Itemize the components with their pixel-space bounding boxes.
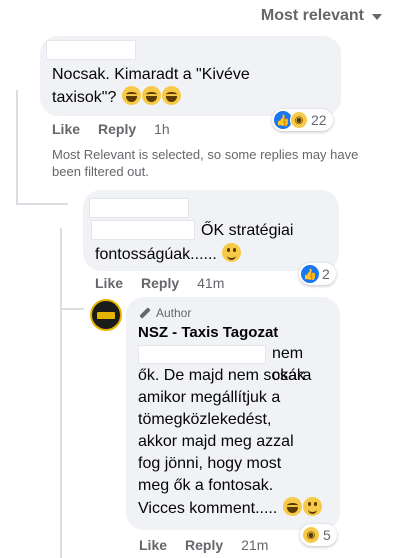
thread-line xyxy=(60,308,84,310)
reply-bubble: ŐK stratégiai fontosságúak...... xyxy=(83,190,339,271)
reaction-count: 5 xyxy=(323,527,331,543)
like-button[interactable]: Like xyxy=(95,275,123,291)
reactions-summary[interactable]: ◉ 5 xyxy=(300,524,337,546)
reactions-summary[interactable]: 👍 2 xyxy=(299,263,336,285)
timestamp[interactable]: 21m xyxy=(241,537,268,553)
comment-text: Nocsak. Kimaradt a "Kivéve taxisok"? xyxy=(52,66,250,106)
laughing-emoji-icon xyxy=(161,86,181,105)
pencil-icon xyxy=(138,307,151,320)
timestamp[interactable]: 41m xyxy=(197,275,224,291)
reaction-count: 22 xyxy=(311,112,327,128)
author-badge: Author xyxy=(138,306,191,320)
redacted-mention xyxy=(138,345,266,364)
reaction-count: 2 xyxy=(322,266,330,282)
reply-text: ŐK stratégiai xyxy=(201,222,294,239)
author-reply-actions: Like Reply 21m xyxy=(139,537,268,553)
like-button[interactable]: Like xyxy=(52,121,80,137)
laughing-emoji-icon xyxy=(141,86,161,105)
smiling-emoji-icon xyxy=(302,497,322,516)
haha-icon: ◉ xyxy=(302,526,320,544)
filter-notice: Most Relevant is selected, so some repli… xyxy=(52,147,359,179)
comment-actions: Like Reply 1h xyxy=(52,121,170,137)
laughing-emoji-icon xyxy=(121,86,141,105)
reply-button[interactable]: Reply xyxy=(185,537,223,553)
haha-icon: ◉ xyxy=(290,111,308,129)
thread-line xyxy=(60,228,62,558)
reply-button[interactable]: Reply xyxy=(141,275,179,291)
laughing-emoji-icon xyxy=(282,497,302,516)
author-avatar[interactable] xyxy=(90,299,122,331)
reactions-summary[interactable]: 👍 ◉ 22 xyxy=(272,109,333,131)
author-badge-label: Author xyxy=(156,306,192,320)
sort-dropdown[interactable]: Most relevant xyxy=(261,7,382,25)
redacted-mention xyxy=(91,220,195,240)
like-button[interactable]: Like xyxy=(139,537,167,553)
sort-label: Most relevant xyxy=(260,7,364,24)
author-name[interactable]: NSZ - Taxis Tagozat xyxy=(138,324,278,341)
redacted-author-name xyxy=(89,198,189,218)
reply-actions: Like Reply 41m xyxy=(95,275,224,291)
smiling-emoji-icon xyxy=(222,243,242,262)
thread-line xyxy=(16,90,18,205)
like-icon: 👍 xyxy=(301,265,319,283)
comment-bubble: Nocsak. Kimaradt a "Kivéve taxisok"? xyxy=(40,36,341,116)
timestamp[interactable]: 1h xyxy=(154,121,170,137)
reply-button[interactable]: Reply xyxy=(98,121,136,137)
caret-down-icon xyxy=(372,14,382,20)
thread-line xyxy=(16,203,68,205)
reply-text: fontosságúak...... xyxy=(95,243,242,266)
author-reply-bubble: Author NSZ - Taxis Tagozat nem csak ők. … xyxy=(126,297,340,530)
author-reply-text: ők. De majd nem sokára amikor megállítju… xyxy=(138,365,322,520)
redacted-author-name xyxy=(46,40,136,60)
